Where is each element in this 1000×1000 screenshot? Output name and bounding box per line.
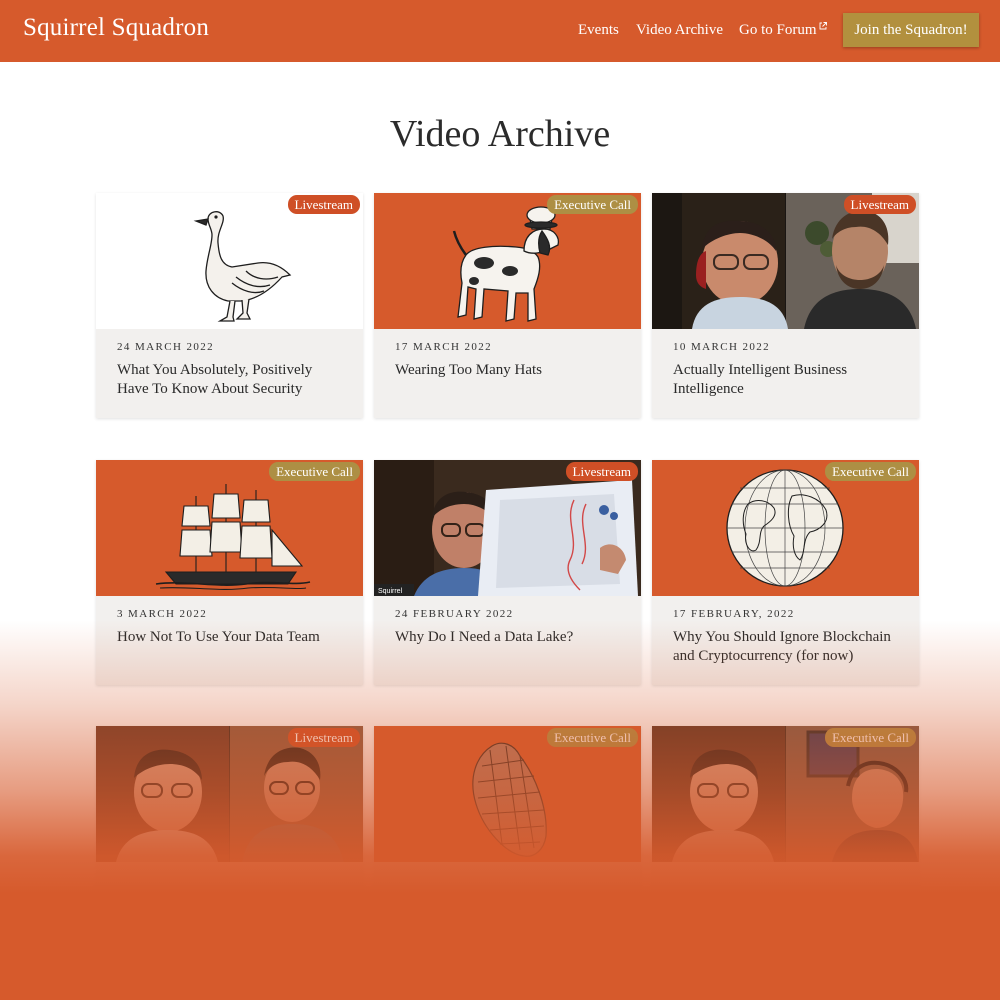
participant-caption: Squirrel <box>378 588 403 595</box>
video-card[interactable]: Executive Call 17 MARCH 2022 Wearing Too… <box>374 193 641 418</box>
nav-link-video-archive[interactable]: Video Archive <box>636 22 723 39</box>
executive-call-badge: Executive Call <box>825 462 916 481</box>
video-title[interactable]: How Not To Use Your Data Team <box>117 628 347 647</box>
video-card[interactable]: Livestream <box>96 726 363 951</box>
video-date: 17 FEBRUARY, 2022 <box>673 608 795 620</box>
video-card[interactable]: Livestream 10 MARCH 2022 Actually Intell… <box>652 193 919 418</box>
video-title[interactable]: What You Absolutely, Positively Have To … <box>117 361 347 399</box>
executive-call-badge: Executive Call <box>825 728 916 747</box>
nav-link-forum-label: Go to Forum <box>739 22 817 38</box>
livestream-badge: Livestream <box>843 195 916 214</box>
video-date: 24 FEBRUARY 2022 <box>395 608 514 620</box>
video-card[interactable]: Squirrel Livestream 24 FEBRUARY 2022 Why… <box>374 460 641 685</box>
video-card[interactable]: Executive Call 17 FEBRUARY, 2022 Why You… <box>652 460 919 685</box>
video-date: 10 MARCH 2022 <box>673 341 771 353</box>
video-title[interactable]: Why Do I Need a Data Lake? <box>395 628 625 647</box>
video-date: 3 MARCH 2022 <box>117 608 208 620</box>
video-title[interactable]: Actually Intelligent Business Intelligen… <box>673 361 903 399</box>
video-card[interactable]: Executive Call <box>652 726 919 951</box>
page-title: Video Archive <box>389 113 611 155</box>
external-link-icon <box>819 22 827 30</box>
livestream-badge: Livestream <box>287 728 360 747</box>
video-title[interactable]: Wearing Too Many Hats <box>395 361 625 380</box>
top-navbar: Squirrel Squadron Events Video Archive G… <box>0 0 1000 62</box>
nav-link-events[interactable]: Events <box>578 22 619 39</box>
executive-call-badge: Executive Call <box>269 462 360 481</box>
video-date: 24 MARCH 2022 <box>117 341 215 353</box>
video-date: 17 MARCH 2022 <box>395 341 493 353</box>
livestream-badge: Livestream <box>287 195 360 214</box>
video-card[interactable]: Executive Call 3 MARCH 2022 How Not To U… <box>96 460 363 685</box>
brand-logo-link[interactable]: Squirrel Squadron <box>23 14 209 42</box>
video-title[interactable]: Why You Should Ignore Blockchain and Cry… <box>673 628 903 666</box>
executive-call-badge: Executive Call <box>547 728 638 747</box>
livestream-badge: Livestream <box>565 462 638 481</box>
join-squadron-button[interactable]: Join the Squadron! <box>843 13 979 47</box>
video-card[interactable]: Livestream 24 MARCH 2022 What You Absolu… <box>96 193 363 418</box>
nav-link-forum[interactable]: Go to Forum <box>739 22 827 39</box>
video-card[interactable]: Executive Call <box>374 726 641 951</box>
executive-call-badge: Executive Call <box>547 195 638 214</box>
